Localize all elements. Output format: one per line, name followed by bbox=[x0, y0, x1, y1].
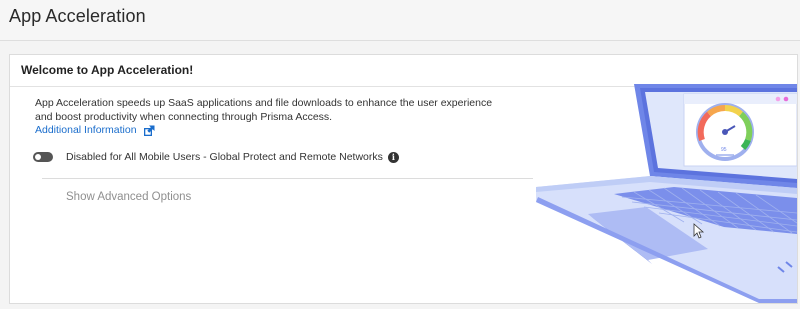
acceleration-toggle[interactable] bbox=[33, 152, 53, 162]
additional-info-link[interactable]: Additional Information bbox=[35, 124, 137, 136]
info-icon[interactable]: i bbox=[387, 151, 399, 163]
page-header: App Acceleration bbox=[0, 0, 800, 41]
external-link-icon[interactable] bbox=[143, 124, 155, 136]
svg-text:95: 95 bbox=[721, 147, 727, 153]
show-advanced-options-link[interactable]: Show Advanced Options bbox=[66, 191, 191, 203]
page-title: App Acceleration bbox=[9, 6, 146, 26]
speedometer-icon: 95 bbox=[696, 103, 754, 161]
additional-info-link-row[interactable]: Additional Information bbox=[35, 124, 155, 136]
description-text: App Acceleration speeds up SaaS applicat… bbox=[35, 97, 493, 123]
card-title: Welcome to App Acceleration! bbox=[21, 63, 194, 77]
toggle-label: Disabled for All Mobile Users - Global P… bbox=[66, 151, 383, 163]
toggle-knob bbox=[35, 154, 41, 160]
mobile-users-toggle-row: Disabled for All Mobile Users - Global P… bbox=[33, 151, 399, 163]
divider bbox=[42, 178, 533, 179]
welcome-card: Welcome to App Acceleration! App Acceler… bbox=[9, 54, 798, 304]
laptop-speedometer-illustration: 95 bbox=[524, 84, 797, 303]
card-header: Welcome to App Acceleration! bbox=[10, 55, 797, 87]
